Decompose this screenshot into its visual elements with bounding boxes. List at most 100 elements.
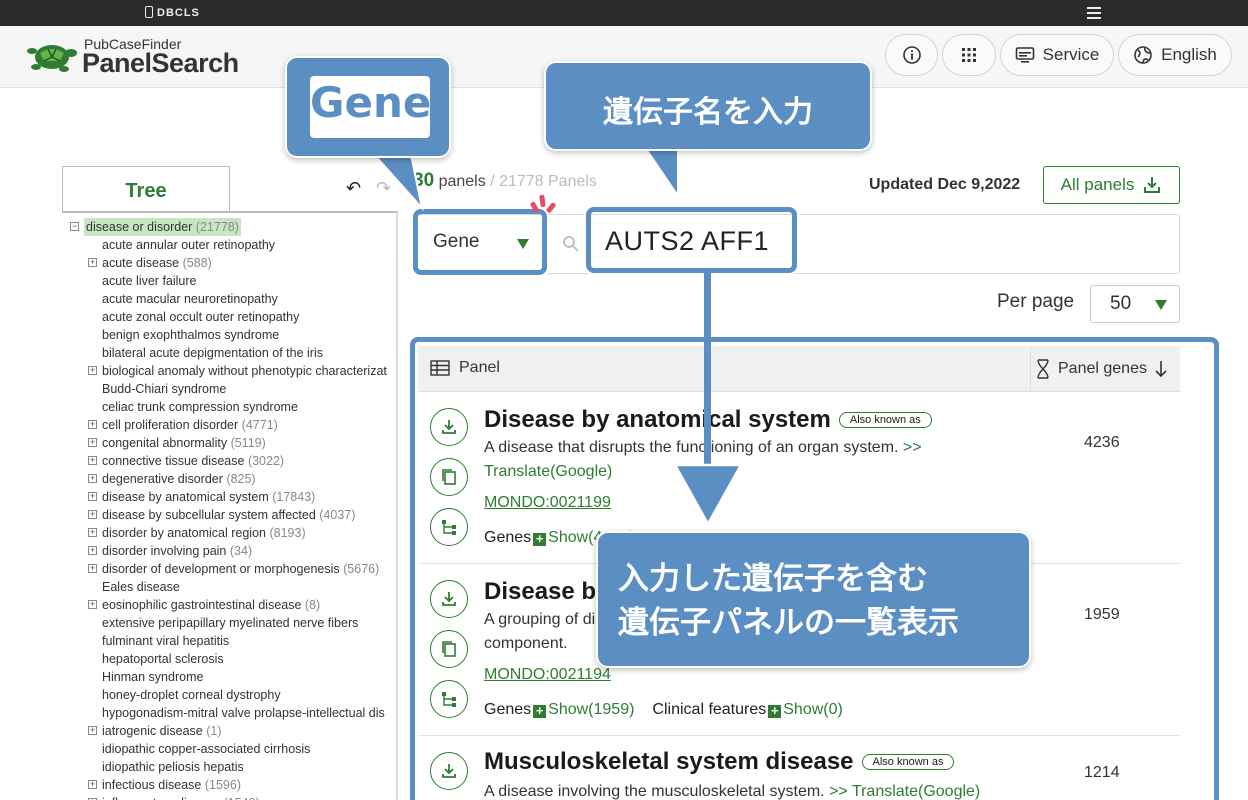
tree-item-count: (1) [206,724,222,738]
tree-border [396,212,398,800]
tree-root-label: disease or disorder [86,220,193,234]
per-page-value: 50 [1110,293,1132,314]
tree-item[interactable]: extensive peripapillary myelinated nerve… [70,614,396,632]
tree-item-label: biological anomaly without phenotypic ch… [102,364,387,378]
service-button[interactable]: Service [1000,34,1114,76]
expand-icon[interactable]: + [88,528,97,537]
logo-title[interactable]: PanelSearch [82,48,239,79]
tree-item[interactable]: + disorder by anatomical region (8193) [70,524,396,542]
expand-icon[interactable]: + [88,438,97,447]
tree-item-label: Budd-Chiari syndrome [102,382,227,396]
expand-icon[interactable]: + [88,366,97,375]
tree-item-label: iatrogenic disease [102,724,203,738]
per-page-select[interactable]: 50 [1090,285,1180,323]
tab-tree[interactable]: Tree [62,166,230,212]
result-callout-line2: 遺伝子パネルの一覧表示 [618,605,959,641]
tree-item[interactable]: + biological anomaly without phenotypic c… [70,362,396,380]
tree-item-count: (825) [226,472,256,486]
apps-button[interactable] [942,34,996,76]
tree-item[interactable]: acute annular outer retinopathy [70,236,396,254]
tree-item[interactable]: hepatoportal sclerosis [70,650,396,668]
service-icon [1015,47,1034,63]
service-label: Service [1042,45,1100,64]
turtle-logo-icon[interactable] [26,39,78,75]
tree-item-label: benign exophthalmos syndrome [102,328,280,342]
tree-item-label: honey-droplet corneal dystrophy [102,688,281,702]
tree-item[interactable]: Budd-Chiari syndrome [70,380,396,398]
tree-item-count: (5676) [343,562,380,576]
tree-item[interactable]: fulminant viral hepatitis [70,632,396,650]
download-icon [1144,177,1161,193]
tree-item[interactable]: + disease by subcellular system affected … [70,506,396,524]
tree-item[interactable]: idiopathic copper-associated cirrhosis [70,740,396,758]
expand-icon[interactable]: + [88,546,97,555]
expand-icon[interactable]: + [88,780,97,789]
tree-item-label: idiopathic peliosis hepatis [102,760,244,774]
tree-item-label: cell proliferation disorder [102,418,239,432]
expand-icon[interactable]: + [88,456,97,465]
tree-item-count: (4771) [241,418,278,432]
tree-item[interactable]: bilateral acute depigmentation of the ir… [70,344,396,362]
tree-item[interactable]: benign exophthalmos syndrome [70,326,396,344]
tree-item[interactable]: honey-droplet corneal dystrophy [70,686,396,704]
language-button[interactable]: English [1118,34,1232,76]
tree-item[interactable]: celiac trunk compression syndrome [70,398,396,416]
arrow-down-icon [672,463,744,527]
tree-item-label: connective tissue disease [102,454,245,468]
tree-item-label: bilateral acute depigmentation of the ir… [102,346,323,360]
tree-item[interactable]: + congenital abnormality (5119) [70,434,396,452]
tree-item[interactable]: acute zonal occult outer retinopathy [70,308,396,326]
tree-item-count: (8) [304,598,321,612]
tree-item-count: (588) [182,256,212,270]
tree-item-label: Hinman syndrome [102,670,204,684]
info-button[interactable] [885,34,938,76]
tree-item[interactable]: + iatrogenic disease (1) [70,722,396,740]
tree-item[interactable]: + eosinophilic gastrointestinal disease (… [70,596,396,614]
tree-item[interactable]: + disorder involving pain (34) [70,542,396,560]
chevron-down-icon [1155,300,1167,310]
tree-item[interactable]: Hinman syndrome [70,668,396,686]
tree-item[interactable]: + disorder of development or morphogenesi… [70,560,396,578]
connector-line [704,272,711,472]
tree-item[interactable]: + disease by anatomical system (17843) [70,488,396,506]
tree-item-label: infectious disease [102,778,202,792]
tree-item-label: extensive peripapillary myelinated nerve… [102,616,359,630]
collapse-icon[interactable]: − [70,222,79,231]
expand-icon[interactable]: + [88,600,97,609]
tree-item-label: congenital abnormality [102,436,228,450]
tree-item[interactable]: + infectious disease (1596) [70,776,396,794]
gene-callout-text: Gene [310,78,432,127]
tree-item[interactable]: acute macular neuroretinopathy [70,290,396,308]
expand-icon[interactable]: + [88,564,97,573]
tree-item-count: (17843) [272,490,316,504]
tree-item[interactable]: + cell proliferation disorder (4771) [70,416,396,434]
apps-grid-icon [962,48,976,62]
tree-item-label: hepatoportal sclerosis [102,652,224,666]
expand-icon[interactable]: + [88,510,97,519]
tree-root-count: (21778) [195,220,239,234]
expand-icon[interactable]: + [88,726,97,735]
tree-item-label: acute annular outer retinopathy [102,238,276,252]
sparkle-icon [530,194,556,213]
tree-item[interactable]: acute liver failure [70,272,396,290]
tree-item[interactable]: idiopathic peliosis hepatis [70,758,396,776]
tree-item-label: fulminant viral hepatitis [102,634,230,648]
all-panels-download-button[interactable]: All panels [1043,166,1180,204]
tree-item[interactable]: + connective tissue disease (3022) [70,452,396,470]
hamburger-menu-icon[interactable] [1087,7,1101,19]
input-callout: 遺伝子名を入力 [544,61,872,151]
tree-root[interactable]: − disease or disorder (21778) [70,218,396,236]
tree-item[interactable]: + degenerative disorder (825) [70,470,396,488]
tree-item[interactable]: + acute disease (588) [70,254,396,272]
expand-icon[interactable]: + [88,258,97,267]
dbcls-brand[interactable]: DBCLS [145,6,200,19]
globe-icon [1134,46,1152,64]
tree-item[interactable]: Eales disease [70,578,396,596]
tree-item[interactable]: hypogonadism-mitral valve prolapse-intel… [70,704,396,722]
expand-icon[interactable]: + [88,420,97,429]
tree-list: − disease or disorder (21778) acute annu… [70,218,396,800]
select-highlight [413,209,547,275]
expand-icon[interactable]: + [88,492,97,501]
tree-item[interactable]: +inflammatory disease (1540) [70,794,396,800]
expand-icon[interactable]: + [88,474,97,483]
